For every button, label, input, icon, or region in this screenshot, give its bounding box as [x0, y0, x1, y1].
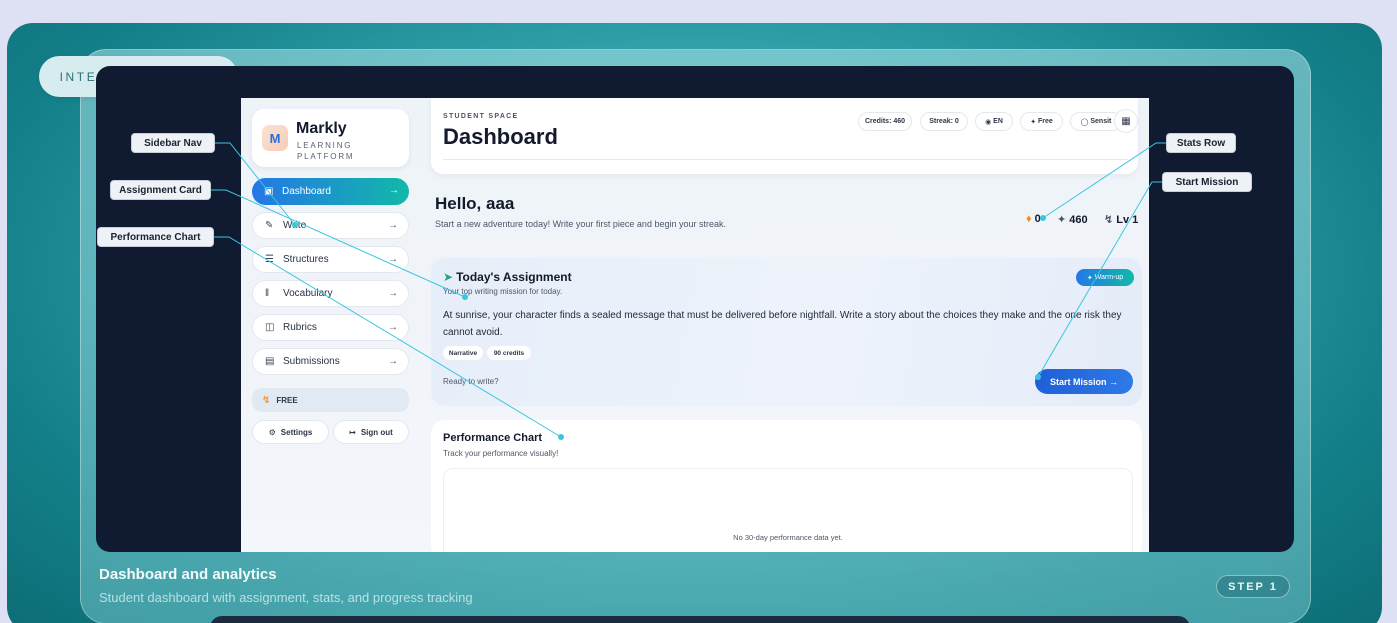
empty-state: No 30-day performance data yet.: [733, 533, 843, 542]
callout-sidebar-nav: Sidebar Nav: [131, 133, 215, 153]
performance-subtitle: Track your performance visually!: [443, 449, 559, 458]
page-title: Dashboard: [443, 124, 558, 149]
bolt-icon: ↯: [262, 394, 271, 406]
sidebar-item-label: Rubrics: [283, 322, 317, 333]
library-icon: ‖: [265, 288, 270, 299]
arrow-right-icon: →: [388, 254, 398, 265]
logo-name: Markly: [296, 120, 347, 137]
arrow-right-icon: →: [388, 220, 398, 231]
sidebar-item-structures[interactable]: ☰ Structures →: [252, 246, 409, 273]
sidebar-item-rubrics[interactable]: ◫ Rubrics →: [252, 314, 409, 341]
credits-chip[interactable]: Credits: 460: [858, 112, 912, 131]
language-label: EN: [993, 118, 1003, 125]
assignment-prompt: At sunrise, your character finds a seale…: [443, 310, 1122, 338]
sidebar-item-label: Write: [283, 220, 307, 231]
assignment-title: ➤ Today's Assignment: [443, 270, 572, 284]
book-open-icon: ▣: [264, 186, 274, 197]
level-value: Lv 1: [1116, 213, 1139, 226]
sidebar-item-label: Dashboard: [282, 186, 331, 197]
sidebar-item-label: Vocabulary: [283, 288, 333, 299]
tour-step-title: Dashboard and analytics: [99, 566, 277, 583]
gear-icon: ⚙: [268, 427, 276, 437]
settings-label: Settings: [280, 427, 313, 437]
performance-card: Performance Chart Track your performance…: [431, 420, 1142, 552]
streak-chip[interactable]: Streak: 0: [920, 112, 968, 131]
logo-icon: M: [262, 125, 288, 151]
sensitivity-label: Sensit: [1090, 118, 1112, 125]
difficulty-badge: ✦ Warm-up: [1076, 269, 1134, 286]
app-window: M Markly LEARNING PLATFORM ▣ Dashboard →…: [241, 98, 1149, 552]
step-indicator: STEP 1: [1216, 575, 1290, 598]
screenshot-frame: M Markly LEARNING PLATFORM ▣ Dashboard →…: [96, 66, 1294, 552]
greeting-subtitle: Start a new adventure today! Write your …: [435, 219, 726, 229]
pen-icon: ✎: [265, 220, 274, 231]
streak-value: 0: [1034, 213, 1041, 225]
assignment-title-text: Today's Assignment: [456, 270, 572, 284]
arrow-right-icon: →: [388, 322, 398, 333]
callout-start-mission: Start Mission: [1162, 172, 1252, 192]
sidebar-item-write[interactable]: ✎ Write →: [252, 212, 409, 239]
flame-icon: ♦: [1026, 213, 1032, 225]
sidebar-item-label: Submissions: [283, 356, 340, 367]
sidebar-item-vocabulary[interactable]: ‖ Vocabulary →: [252, 280, 409, 307]
credits-tag: 90 credits: [487, 346, 531, 360]
arrow-right-icon: →: [388, 356, 398, 367]
credits-value: 460: [1069, 213, 1088, 226]
arrow-right-icon: →: [389, 185, 399, 196]
greeting: Hello, aaa: [435, 194, 515, 213]
plan-badge: ↯ FREE: [252, 388, 409, 412]
plan-chip-label: Free: [1038, 118, 1053, 125]
callout-performance-chart: Performance Chart: [97, 227, 214, 247]
grid-icon[interactable]: ▦: [1114, 109, 1138, 133]
shield-icon: ◯: [1080, 118, 1091, 126]
credits-stat: ✦ 460: [1057, 213, 1088, 227]
start-mission-button[interactable]: Start Mission →: [1035, 369, 1133, 394]
genre-tag: Narrative: [443, 346, 483, 360]
bolt-icon: ↯: [1104, 214, 1114, 226]
logo-subtitle: LEARNING PLATFORM: [297, 141, 355, 161]
clipboard-icon: ◫: [265, 322, 275, 333]
header-divider: [443, 159, 1128, 160]
plan-label: FREE: [276, 395, 298, 405]
sign-out-button[interactable]: ↦ Sign out: [333, 420, 409, 444]
sparkle-icon: ✦: [1057, 214, 1067, 226]
sidebar-item-label: Structures: [283, 254, 329, 265]
language-chip[interactable]: ◉ EN: [975, 112, 1013, 131]
difficulty-label: Warm-up: [1094, 274, 1124, 281]
sidebar-item-submissions[interactable]: ▤ Submissions →: [252, 348, 409, 375]
assignment-card: ➤ Today's Assignment Your top writing mis…: [431, 258, 1142, 406]
settings-button[interactable]: ⚙ Settings: [252, 420, 329, 444]
rocket-icon: ➤: [443, 270, 454, 284]
arrow-right-icon: →: [388, 288, 398, 299]
sparkle-icon: ✦: [1086, 274, 1095, 282]
ready-prompt: Ready to write?: [443, 377, 499, 386]
callout-assignment-card: Assignment Card: [110, 180, 211, 200]
sign-out-icon: ↦: [349, 427, 356, 437]
performance-chart-area: No 30-day performance data yet.: [443, 468, 1133, 552]
layers-icon: ☰: [265, 254, 274, 265]
performance-title: Performance Chart: [443, 432, 543, 444]
sparkle-icon: ✦: [1030, 118, 1038, 126]
plan-chip[interactable]: ✦ Free: [1020, 112, 1063, 131]
streak-stat: ♦ 0: [1026, 213, 1041, 225]
level-stat: ↯ Lv 1: [1104, 213, 1139, 227]
file-icon: ▤: [265, 356, 275, 367]
globe-icon: ◉: [985, 118, 994, 126]
assignment-subtitle: Your top writing mission for today.: [443, 287, 563, 296]
sidebar-item-dashboard[interactable]: ▣ Dashboard →: [252, 178, 409, 205]
callout-stats-row: Stats Row: [1166, 133, 1236, 153]
logo-card[interactable]: M Markly LEARNING PLATFORM: [252, 109, 409, 167]
page-header: STUDENT SPACE Dashboard Credits: 460 Str…: [431, 98, 1138, 174]
sidebar: M Markly LEARNING PLATFORM ▣ Dashboard →…: [241, 98, 431, 552]
tour-step-description: Student dashboard with assignment, stats…: [99, 590, 473, 605]
header-eyebrow: STUDENT SPACE: [443, 113, 519, 120]
next-tour-card: [210, 616, 1190, 623]
sign-out-label: Sign out: [360, 427, 393, 437]
